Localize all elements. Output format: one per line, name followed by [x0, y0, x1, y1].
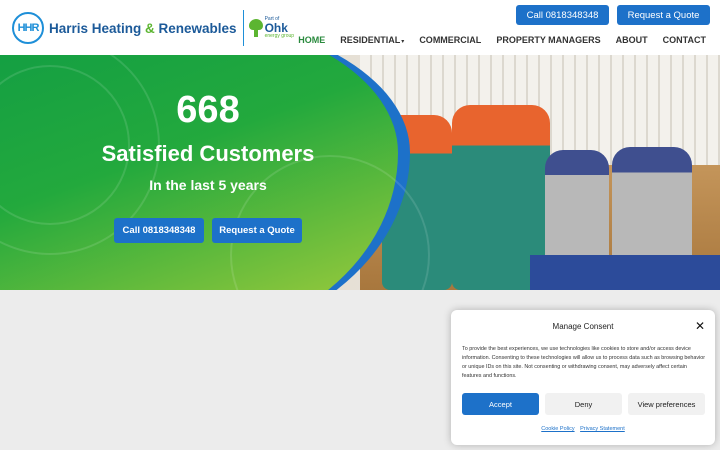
nav-contact[interactable]: CONTACT [663, 35, 706, 45]
nav-home[interactable]: HOME [298, 35, 325, 45]
deny-button[interactable]: Deny [545, 393, 622, 415]
close-icon[interactable]: ✕ [695, 319, 705, 333]
nav-property-managers[interactable]: PROPERTY MANAGERS [496, 35, 600, 45]
jeans-image [530, 255, 720, 290]
privacy-statement-link[interactable]: Privacy Statement [580, 426, 625, 432]
site-header: HHR Harris Heating & Renewables Part of … [0, 0, 720, 55]
header-quote-button[interactable]: Request a Quote [617, 5, 710, 25]
consent-body-text: To provide the best experiences, we use … [462, 346, 706, 379]
hero-subtitle: In the last 5 years [149, 177, 267, 193]
brand-name: Harris Heating & Renewables [49, 20, 237, 36]
hero-call-button[interactable]: Call 0818348348 [114, 218, 204, 243]
hero-title: Satisfied Customers [101, 141, 315, 166]
site-logo[interactable]: HHR Harris Heating & Renewables Part of … [12, 10, 294, 46]
accept-button[interactable]: Accept [462, 393, 539, 415]
nav-commercial[interactable]: COMMERCIAL [419, 35, 481, 45]
hero-quote-button[interactable]: Request a Quote [212, 218, 302, 243]
ohk-sub: energy group [264, 33, 295, 39]
header-call-button[interactable]: Call 0818348348 [516, 5, 609, 25]
consent-links: Cookie Policy Privacy Statement [451, 426, 715, 432]
logo-divider [242, 10, 244, 46]
chevron-down-icon: ▾ [401, 39, 405, 45]
hhr-logo-icon: HHR [12, 12, 44, 44]
main-nav: HOME RESIDENTIAL▾ COMMERCIAL PROPERTY MA… [298, 35, 706, 45]
tree-icon [248, 19, 263, 37]
hero-customer-count: 668 [176, 89, 240, 131]
consent-title: Manage Consent [552, 322, 614, 331]
hero-banner: 668 Satisfied Customers In the last 5 ye… [0, 55, 720, 290]
nav-about[interactable]: ABOUT [616, 35, 648, 45]
cookie-policy-link[interactable]: Cookie Policy [541, 426, 574, 432]
nav-residential-label: RESIDENTIAL [340, 35, 401, 45]
nav-residential[interactable]: RESIDENTIAL▾ [340, 35, 404, 45]
view-preferences-button[interactable]: View preferences [628, 393, 705, 415]
consent-dialog: Manage Consent ✕ To provide the best exp… [451, 310, 715, 445]
ohk-group-logo: Part of Ohk energy group [248, 17, 295, 39]
